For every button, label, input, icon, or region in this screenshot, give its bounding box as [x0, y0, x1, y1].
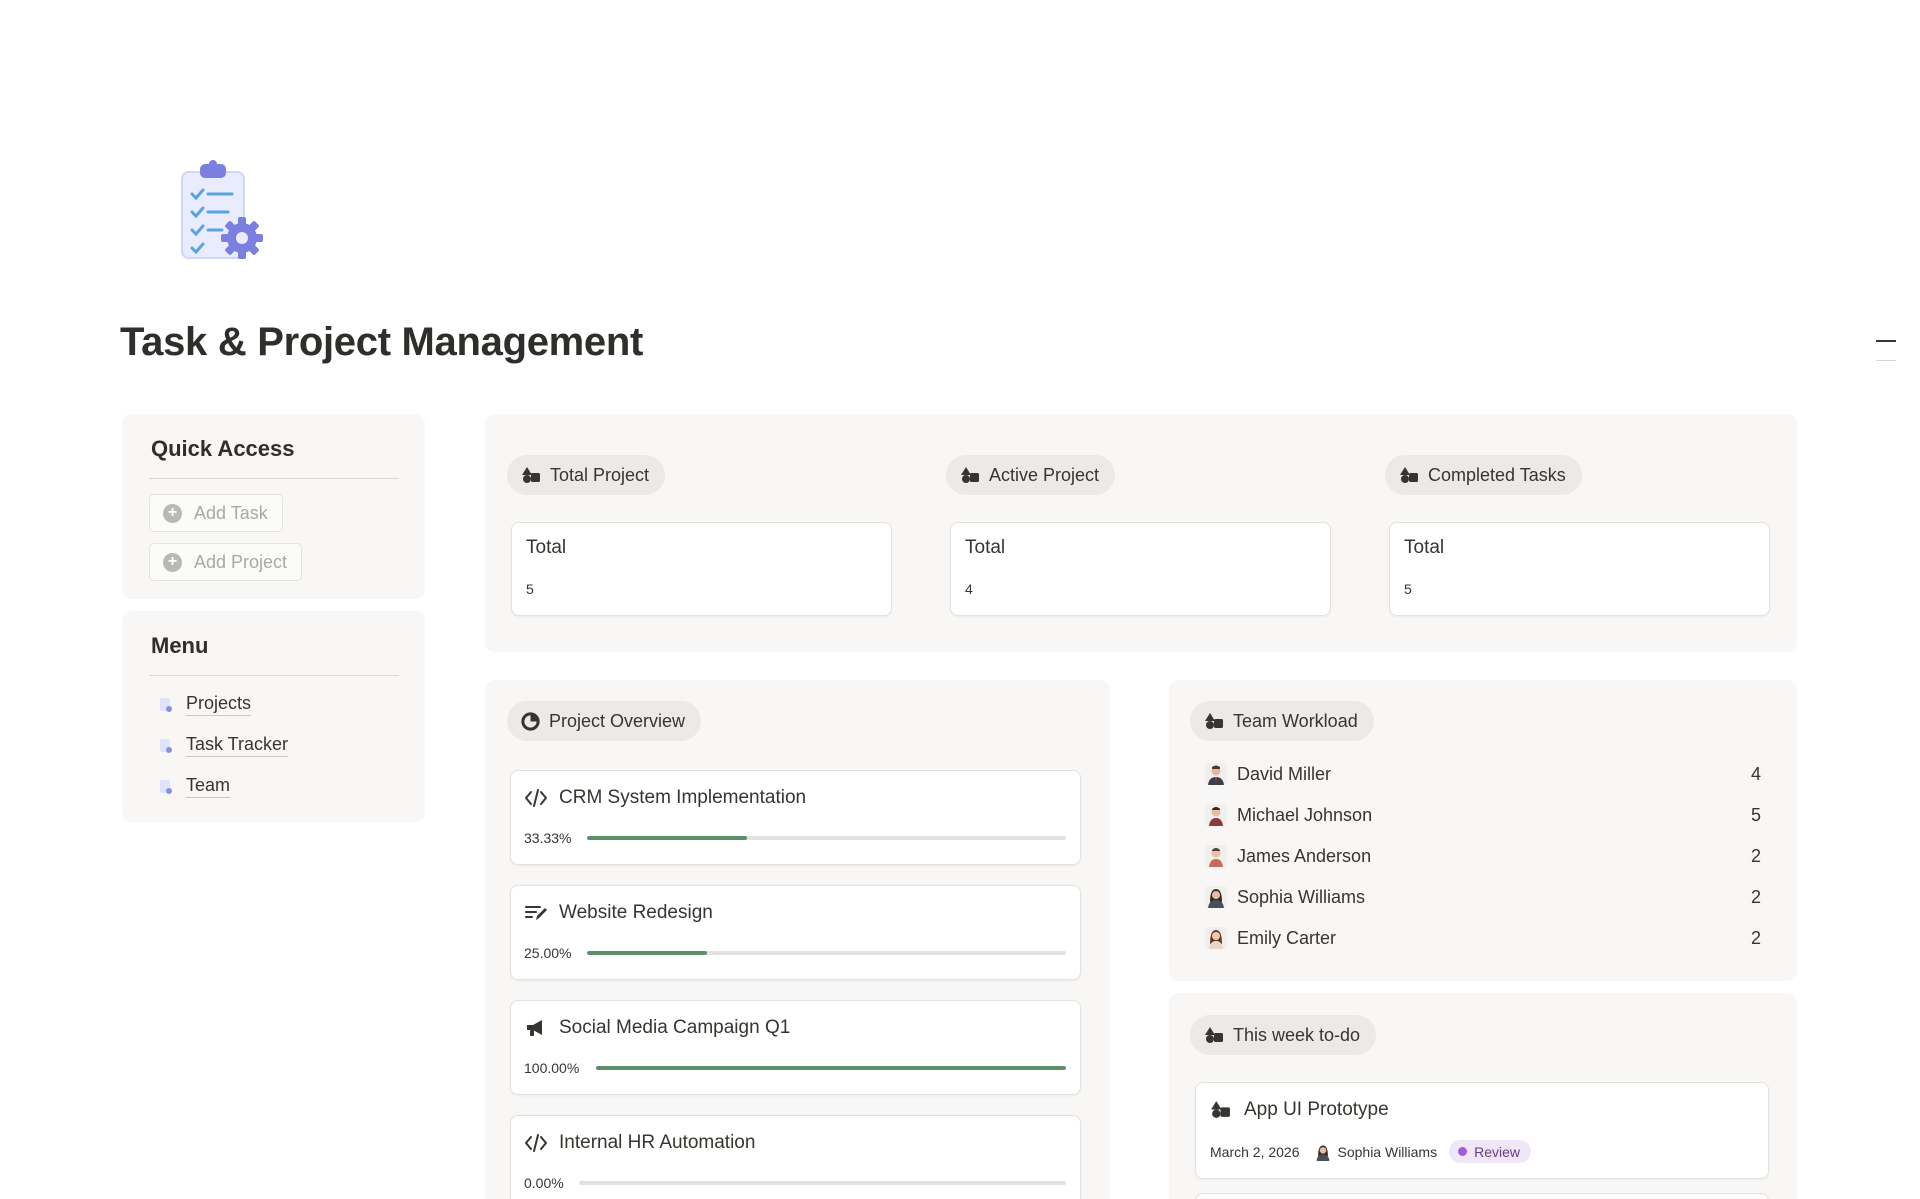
- progress-bar: [587, 951, 1066, 955]
- menu-item-projects[interactable]: Projects: [159, 693, 252, 716]
- divider: [149, 478, 399, 479]
- status-badge: Review: [1449, 1140, 1531, 1163]
- task-count: 2: [1750, 845, 1761, 866]
- task-title: App UI Prototype: [1244, 1099, 1389, 1120]
- stat-value: 5: [1404, 581, 1412, 597]
- shapes-icon: [961, 467, 979, 483]
- progress-fill: [587, 836, 747, 840]
- menu-heading: Menu: [151, 633, 209, 658]
- project-name: Internal HR Automation: [559, 1132, 756, 1153]
- project-overview-panel: Project Overview CRM System Implementati…: [485, 680, 1110, 1199]
- progress-bar: [587, 836, 1066, 840]
- project-percent: 25.00%: [524, 945, 572, 961]
- shapes-icon: [1205, 713, 1223, 729]
- stat-label: Total: [965, 537, 1006, 558]
- quick-access-heading: Quick Access: [151, 436, 295, 461]
- stat-card-active-project[interactable]: Total 4: [950, 522, 1331, 616]
- avatar-woman-icon: [1205, 886, 1227, 908]
- collapse-handle[interactable]: [1876, 340, 1896, 342]
- avatar-man-icon: [1205, 845, 1227, 867]
- shapes-icon: [1400, 467, 1418, 483]
- total-project-pill[interactable]: Total Project: [507, 455, 666, 495]
- project-name: Social Media Campaign Q1: [559, 1017, 791, 1038]
- project-percent: 33.33%: [524, 830, 572, 846]
- quick-access-panel: Quick Access + Add Task + Add Project: [122, 414, 425, 599]
- task-card[interactable]: [1195, 1193, 1769, 1199]
- task-count: 2: [1750, 927, 1761, 948]
- task-meta: March 2, 2026 Sophia Williams Review: [1210, 1140, 1531, 1163]
- edit-lines-icon: [525, 906, 547, 920]
- megaphone-icon: [527, 1020, 542, 1036]
- member-row[interactable]: Emily Carter 2: [1205, 924, 1761, 952]
- task-count: 4: [1750, 763, 1761, 784]
- divider: [1876, 360, 1896, 361]
- stat-label: Total: [1404, 537, 1445, 558]
- stats-panel: Total Project Active Project Completed T…: [485, 414, 1797, 652]
- shapes-icon: [522, 467, 540, 483]
- avatar-man-icon: [1205, 804, 1227, 826]
- progress-bar: [596, 1066, 1066, 1070]
- completed-tasks-pill[interactable]: Completed Tasks: [1385, 455, 1582, 495]
- progress-bar: [579, 1181, 1066, 1185]
- member-row[interactable]: Sophia Williams 2: [1205, 883, 1761, 911]
- project-percent: 0.00%: [524, 1175, 564, 1191]
- avatar-woman-icon: [1313, 1142, 1332, 1161]
- project-name: CRM System Implementation: [559, 787, 807, 808]
- clipboard-gear-icon: [170, 160, 270, 270]
- team-workload-panel: Team Workload David Miller 4 Michael Joh…: [1169, 680, 1797, 981]
- stat-label: Total: [526, 537, 567, 558]
- page-title: Task & Project Management: [120, 320, 644, 364]
- menu-item-task-tracker[interactable]: Task Tracker: [159, 734, 289, 757]
- avatar-man-suit-icon: [1205, 763, 1227, 785]
- this-week-panel: This week to-do App UI Prototype March 2…: [1169, 993, 1797, 1199]
- project-card-crm[interactable]: CRM System Implementation 33.33%: [510, 770, 1081, 865]
- avatar-woman-icon: [1205, 927, 1227, 949]
- document-icon: [160, 697, 172, 712]
- task-card[interactable]: App UI Prototype March 2, 2026 Sophia Wi…: [1195, 1082, 1769, 1179]
- project-overview-pill[interactable]: Project Overview: [507, 701, 702, 741]
- project-name: Website Redesign: [559, 902, 713, 923]
- menu-item-team[interactable]: Team: [159, 775, 231, 798]
- stat-card-completed-tasks[interactable]: Total 5: [1389, 522, 1770, 616]
- stat-value: 4: [965, 581, 973, 597]
- code-icon: [525, 1134, 547, 1152]
- member-row[interactable]: Michael Johnson 5: [1205, 801, 1761, 829]
- plus-circle-icon: +: [163, 503, 182, 523]
- project-percent: 100.00%: [524, 1060, 580, 1076]
- task-count: 5: [1750, 804, 1761, 825]
- shapes-icon: [1211, 1101, 1230, 1118]
- plus-circle-icon: +: [163, 552, 182, 572]
- progress-fill: [596, 1066, 1066, 1070]
- add-task-button[interactable]: + Add Task: [149, 494, 283, 532]
- task-count: 2: [1750, 886, 1761, 907]
- task-date: March 2, 2026: [1210, 1143, 1300, 1160]
- progress-fill: [587, 951, 707, 955]
- project-card-hr-automation[interactable]: Internal HR Automation 0.00%: [510, 1115, 1081, 1199]
- divider: [149, 675, 399, 676]
- stat-card-total-project[interactable]: Total 5: [511, 522, 892, 616]
- add-project-button[interactable]: + Add Project: [149, 543, 303, 581]
- stat-value: 5: [526, 581, 534, 597]
- member-row[interactable]: James Anderson 2: [1205, 842, 1761, 870]
- project-card-website-redesign[interactable]: Website Redesign 25.00%: [510, 885, 1081, 980]
- code-icon: [525, 789, 547, 807]
- team-workload-pill[interactable]: Team Workload: [1190, 701, 1374, 741]
- status-dot: [1458, 1147, 1468, 1156]
- this-week-pill[interactable]: This week to-do: [1190, 1015, 1377, 1055]
- document-icon: [160, 738, 172, 753]
- shapes-icon: [1205, 1027, 1223, 1043]
- document-icon: [160, 779, 172, 794]
- task-assignee[interactable]: Sophia Williams: [1313, 1142, 1437, 1161]
- active-project-pill[interactable]: Active Project: [946, 455, 1116, 495]
- menu-panel: Menu Projects Task Tracker Team: [122, 611, 425, 822]
- pie-chart-icon: [521, 711, 540, 731]
- member-row[interactable]: David Miller 4: [1205, 760, 1761, 788]
- project-card-social-media[interactable]: Social Media Campaign Q1 100.00%: [510, 1000, 1081, 1095]
